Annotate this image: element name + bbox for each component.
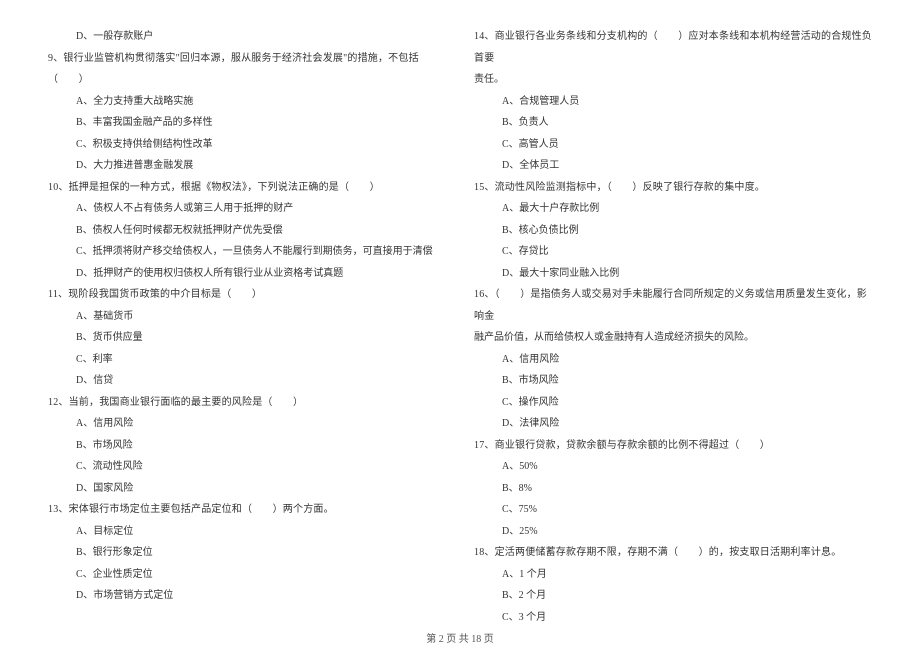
- q-text: （ ）是指债务人或交易对手未能履行合同所规定的义务或信用质量发生变化，影响金: [474, 289, 867, 322]
- option-item: A、信用风险: [48, 413, 446, 435]
- q-num: 14、: [474, 31, 495, 42]
- option-item: C、抵押须将财产移交给债权人，一旦债务人不能履行到期债务，可直接用于清偿: [48, 241, 446, 263]
- option-item: A、合规管理人员: [474, 91, 872, 113]
- option-item: C、操作风险: [474, 392, 872, 414]
- question-9: 9、银行业监管机构贯彻落实"回归本源，服从服务于经济社会发展"的措施，不包括（ …: [48, 48, 446, 91]
- option-item: B、市场风险: [48, 435, 446, 457]
- question-16: 16、（ ）是指债务人或交易对手未能履行合同所规定的义务或信用质量发生变化，影响…: [474, 284, 872, 327]
- q-text: 银行业监管机构贯彻落实"回归本源，服从服务于经济社会发展"的措施，不包括（ ）: [48, 53, 419, 86]
- option-item: C、流动性风险: [48, 456, 446, 478]
- option-item: A、基础货币: [48, 306, 446, 328]
- option-item: C、利率: [48, 349, 446, 371]
- q-continuation: 责任。: [474, 69, 872, 91]
- q-continuation: 融产品价值，从而给债权人或金融持有人造成经济损失的风险。: [474, 327, 872, 349]
- q-text: 流动性风险监测指标中，（ ）反映了银行存款的集中度。: [495, 182, 765, 193]
- option-item: B、负责人: [474, 112, 872, 134]
- option-item: B、8%: [474, 478, 872, 500]
- q-text: 当前，我国商业银行面临的最主要的风险是（ ）: [69, 397, 304, 408]
- page-footer: 第 2 页 共 18 页: [0, 630, 920, 645]
- option-item: A、债权人不占有债务人或第三人用于抵押的财产: [48, 198, 446, 220]
- q-text: 抵押是担保的一种方式，根据《物权法》，下列说法正确的是（ ）: [69, 182, 380, 193]
- q-text: 宋体银行市场定位主要包括产品定位和（ ）两个方面。: [69, 504, 334, 515]
- exam-page: D、一般存款账户 9、银行业监管机构贯彻落实"回归本源，服从服务于经济社会发展"…: [0, 0, 920, 668]
- q-num: 16、: [474, 289, 495, 300]
- option-item: A、全力支持重大战略实施: [48, 91, 446, 113]
- option-item: B、银行形象定位: [48, 542, 446, 564]
- option-item: C、高管人员: [474, 134, 872, 156]
- option-item: D、法律风险: [474, 413, 872, 435]
- question-10: 10、抵押是担保的一种方式，根据《物权法》，下列说法正确的是（ ）: [48, 177, 446, 199]
- option-item: D、25%: [474, 521, 872, 543]
- right-column: 14、商业银行各业务条线和分支机构的（ ）应对本条线和本机构经营活动的合规性负首…: [460, 26, 886, 628]
- question-11: 11、现阶段我国货币政策的中介目标是（ ）: [48, 284, 446, 306]
- option-item: C、75%: [474, 499, 872, 521]
- option-item: A、目标定位: [48, 521, 446, 543]
- option-item: B、核心负债比例: [474, 220, 872, 242]
- option-item: D、抵押财产的使用权归债权人所有银行业从业资格考试真题: [48, 263, 446, 285]
- option-item: A、最大十户存款比例: [474, 198, 872, 220]
- option-item: C、企业性质定位: [48, 564, 446, 586]
- q-num: 17、: [474, 440, 495, 451]
- q-text: 商业银行各业务条线和分支机构的（ ）应对本条线和本机构经营活动的合规性负首要: [474, 31, 872, 64]
- option-item: B、债权人任何时候都无权就抵押财产优先受偿: [48, 220, 446, 242]
- option-item: A、50%: [474, 456, 872, 478]
- question-17: 17、商业银行贷款，贷款余额与存款余额的比例不得超过（ ）: [474, 435, 872, 457]
- question-13: 13、宋体银行市场定位主要包括产品定位和（ ）两个方面。: [48, 499, 446, 521]
- option-item: D、大力推进普惠金融发展: [48, 155, 446, 177]
- option-item: C、3 个月: [474, 607, 872, 629]
- question-14: 14、商业银行各业务条线和分支机构的（ ）应对本条线和本机构经营活动的合规性负首…: [474, 26, 872, 69]
- option-item: D、国家风险: [48, 478, 446, 500]
- question-18: 18、定活两便储蓄存款存期不限，存期不满（ ）的，按支取日活期利率计息。: [474, 542, 872, 564]
- q-text: 商业银行贷款，贷款余额与存款余额的比例不得超过（ ）: [495, 440, 770, 451]
- q-num: 12、: [48, 397, 69, 408]
- q-num: 13、: [48, 504, 69, 515]
- q-num: 18、: [474, 547, 495, 558]
- option-item: D、市场营销方式定位: [48, 585, 446, 607]
- q-num: 11、: [48, 289, 68, 300]
- option-item: A、1 个月: [474, 564, 872, 586]
- option-item: B、2 个月: [474, 585, 872, 607]
- option-item: D、信贷: [48, 370, 446, 392]
- q-num: 15、: [474, 182, 495, 193]
- option-item: B、货币供应量: [48, 327, 446, 349]
- option-item: A、信用风险: [474, 349, 872, 371]
- question-15: 15、流动性风险监测指标中，（ ）反映了银行存款的集中度。: [474, 177, 872, 199]
- option-item: D、全体员工: [474, 155, 872, 177]
- q-num: 10、: [48, 182, 69, 193]
- option-item: B、市场风险: [474, 370, 872, 392]
- option-item: C、存贷比: [474, 241, 872, 263]
- q-text: 定活两便储蓄存款存期不限，存期不满（ ）的，按支取日活期利率计息。: [495, 547, 842, 558]
- q-num: 9、: [48, 53, 63, 64]
- option-item: D、最大十家同业融入比例: [474, 263, 872, 285]
- q-text: 现阶段我国货币政策的中介目标是（ ）: [68, 289, 262, 300]
- question-12: 12、当前，我国商业银行面临的最主要的风险是（ ）: [48, 392, 446, 414]
- option-item: C、积极支持供给侧结构性改革: [48, 134, 446, 156]
- option-item: B、丰富我国金融产品的多样性: [48, 112, 446, 134]
- left-column: D、一般存款账户 9、银行业监管机构贯彻落实"回归本源，服从服务于经济社会发展"…: [34, 26, 460, 628]
- option-item: D、一般存款账户: [48, 26, 446, 48]
